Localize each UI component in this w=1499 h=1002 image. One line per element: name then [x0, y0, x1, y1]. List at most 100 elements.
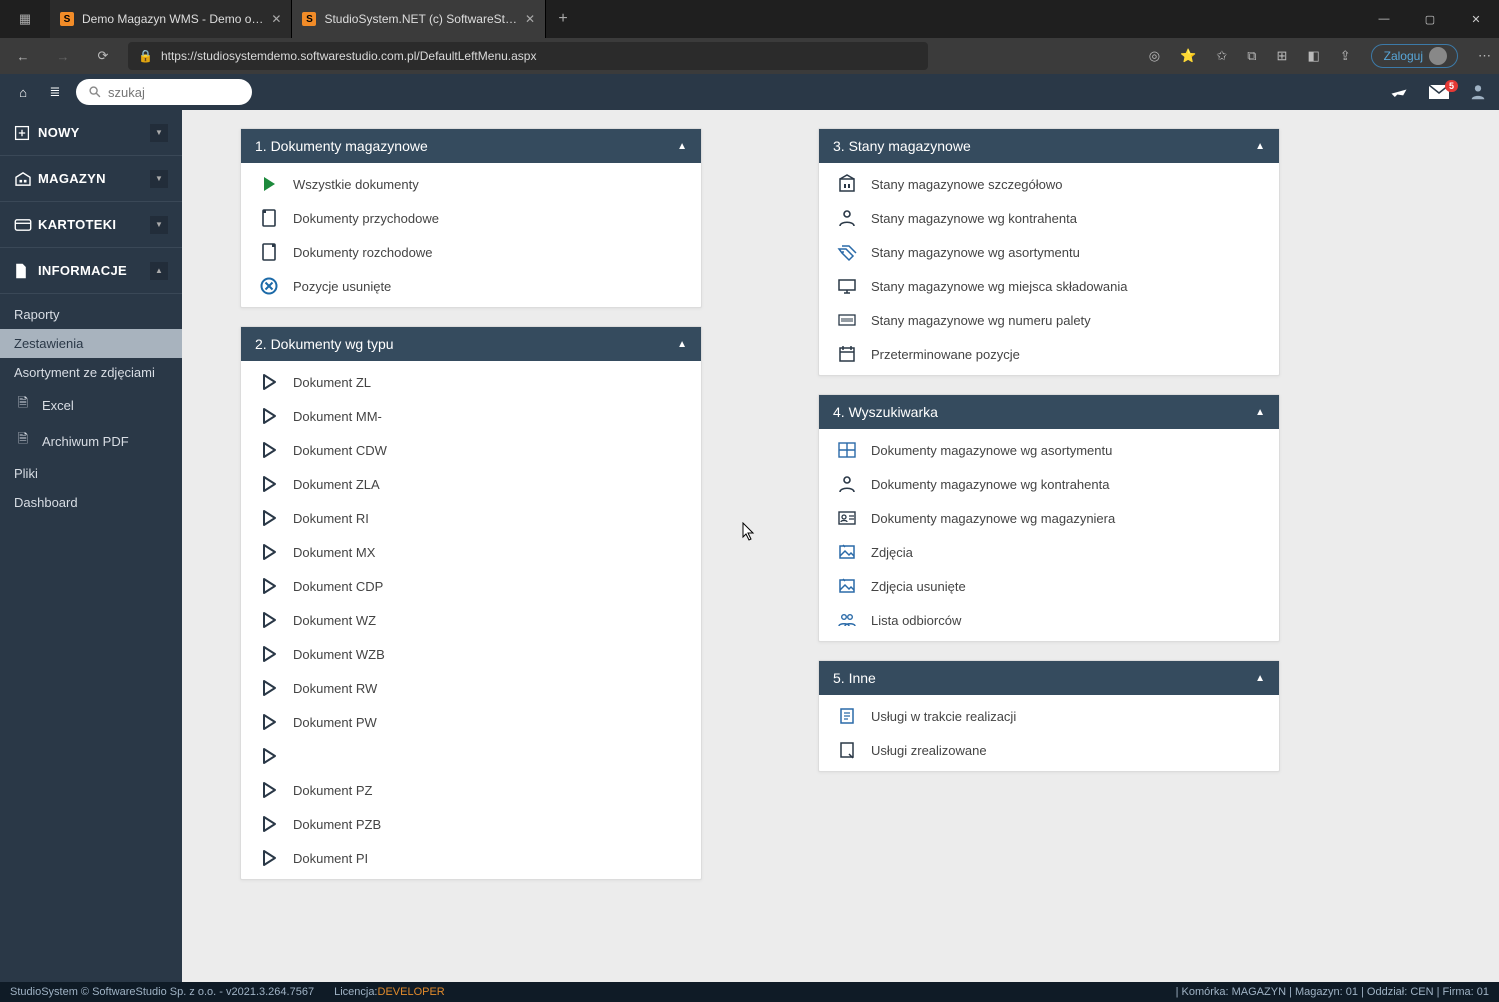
panel-item[interactable]: Dokument PW [241, 705, 701, 739]
sidebar-item-label: Excel [42, 398, 74, 413]
panel-item[interactable]: Zdjęcia [819, 535, 1279, 569]
panel-item[interactable]: Dokumenty magazynowe wg kontrahenta [819, 467, 1279, 501]
panel-item-label: Dokument CDW [293, 443, 387, 458]
user-icon[interactable] [1469, 83, 1487, 101]
panel-item[interactable]: Dokument PZ [241, 773, 701, 807]
panel-item[interactable]: Usługi zrealizowane [819, 733, 1279, 767]
sidebar-item-dashboard[interactable]: Dashboard [0, 488, 182, 517]
search-input[interactable] [108, 85, 284, 100]
panel-item[interactable]: Stany magazynowe wg numeru palety [819, 303, 1279, 337]
panel-item[interactable]: Stany magazynowe wg miejsca składowania [819, 269, 1279, 303]
collections-icon[interactable]: ⧉ [1247, 48, 1256, 64]
reading-icon[interactable]: ⭐ [1180, 48, 1196, 64]
sidebar-item-archiwum-pdf[interactable]: 🗎Archiwum PDF [0, 423, 182, 459]
collapse-icon[interactable]: ▲ [677, 141, 687, 152]
panel-item[interactable]: Usługi w trakcie realizacji [819, 699, 1279, 733]
refresh-button[interactable]: ⟳ [88, 42, 118, 70]
panel-item[interactable]: Dokument RI [241, 501, 701, 535]
new-tab-button[interactable]: + [546, 0, 580, 38]
panel-item[interactable]: Dokument PZB [241, 807, 701, 841]
tab-preview-icon[interactable]: ▦ [0, 0, 50, 38]
close-icon[interactable]: ✕ [525, 12, 535, 26]
global-search[interactable] [76, 79, 252, 105]
sidebar-item-excel[interactable]: 🗎Excel [0, 387, 182, 423]
panel-item[interactable]: Dokument CDP [241, 569, 701, 603]
more-icon[interactable]: ⋯ [1478, 48, 1491, 64]
panel-item[interactable]: Stany magazynowe wg asortymentu [819, 235, 1279, 269]
panel-item[interactable]: Dokument MX [241, 535, 701, 569]
panel-item[interactable]: Dokument ZL [241, 365, 701, 399]
mail-button[interactable]: 5 [1429, 85, 1449, 99]
panel-item[interactable]: Lista odbiorców [819, 603, 1279, 637]
sidebar-item-raporty[interactable]: Raporty [0, 300, 182, 329]
sidebar-item-zestawienia[interactable]: Zestawienia [0, 329, 182, 358]
window-minimize-button[interactable]: ― [1361, 0, 1407, 38]
nav-group-nowy[interactable]: NOWY▼ [0, 110, 182, 156]
nav-group-informacje[interactable]: INFORMACJE▲ [0, 248, 182, 294]
panel-item[interactable]: Dokumenty rozchodowe [241, 235, 701, 269]
takeoff-icon[interactable] [1389, 83, 1409, 101]
share-icon[interactable]: ⇪ [1340, 48, 1351, 64]
panel-header[interactable]: 4. Wyszukiwarka▲ [819, 395, 1279, 429]
panel-item-label: Zdjęcia [871, 545, 913, 560]
panel-item[interactable]: Zdjęcia usunięte [819, 569, 1279, 603]
extensions-icon[interactable]: ⊞ [1277, 48, 1288, 64]
card-icon [14, 219, 38, 231]
nav-group-magazyn[interactable]: MAGAZYN▼ [0, 156, 182, 202]
url-input[interactable]: 🔒 https://studiosystemdemo.softwarestudi… [128, 42, 928, 70]
browser-tab-active[interactable]: S StudioSystem.NET (c) SoftwareSt… ✕ [292, 0, 546, 38]
app-header: ⌂ ≣ 5 [0, 74, 1499, 110]
panel-item-label: Stany magazynowe wg kontrahenta [871, 211, 1077, 226]
panel: 1. Dokumenty magazynowe▲ Wszystkie dokume… [240, 128, 702, 308]
collapse-icon[interactable]: ▲ [1255, 407, 1265, 418]
collapse-icon[interactable]: ▲ [677, 339, 687, 350]
collapse-icon[interactable]: ▲ [1255, 141, 1265, 152]
panel-item[interactable]: Dokumenty magazynowe wg asortymentu [819, 433, 1279, 467]
panel-item[interactable]: Dokument WZ [241, 603, 701, 637]
favorites-icon[interactable]: ✩ [1216, 48, 1227, 64]
footer-license-label: Licencja: [334, 986, 377, 998]
panel-item-label: Stany magazynowe wg asortymentu [871, 245, 1080, 260]
collapse-icon[interactable]: ▲ [1255, 673, 1265, 684]
browser-tab[interactable]: S Demo Magazyn WMS - Demo o… ✕ [50, 0, 292, 38]
panel-item[interactable] [241, 739, 701, 773]
sidebar-item-asortyment-ze-zdjęciami[interactable]: Asortyment ze zdjęciami [0, 358, 182, 387]
tracking-icon[interactable]: ◎ [1149, 48, 1160, 64]
panel-item[interactable]: Stany magazynowe szczegółowo [819, 167, 1279, 201]
panel-item[interactable]: Dokument ZLA [241, 467, 701, 501]
panel-header[interactable]: 2. Dokumenty wg typu▲ [241, 327, 701, 361]
nav-group-kartoteki[interactable]: KARTOTEKI▼ [0, 202, 182, 248]
window-maximize-button[interactable]: ▢ [1407, 0, 1453, 38]
main-content: 1. Dokumenty magazynowe▲ Wszystkie dokume… [182, 110, 1499, 982]
panel-item[interactable]: Dokumenty przychodowe [241, 201, 701, 235]
forward-button: → [48, 42, 78, 70]
close-icon[interactable]: ✕ [271, 12, 281, 26]
panel-item[interactable]: Dokument CDW [241, 433, 701, 467]
home-icon[interactable]: ⌂ [12, 85, 34, 100]
panel-item[interactable]: Dokumenty magazynowe wg magazyniera [819, 501, 1279, 535]
panel-header[interactable]: 1. Dokumenty magazynowe▲ [241, 129, 701, 163]
pdf-icon: 🗎 [14, 430, 32, 452]
panel-item[interactable]: Wszystkie dokumenty [241, 167, 701, 201]
play-icon [259, 372, 279, 392]
menu-toggle-icon[interactable]: ≣ [44, 84, 66, 100]
panel-item[interactable]: Pozycje usunięte [241, 269, 701, 303]
panel-header[interactable]: 3. Stany magazynowe▲ [819, 129, 1279, 163]
panel-item[interactable]: Stany magazynowe wg kontrahenta [819, 201, 1279, 235]
panel-item[interactable]: Dokument MM- [241, 399, 701, 433]
panel-item[interactable]: Dokument WZB [241, 637, 701, 671]
nav-label: KARTOTEKI [38, 217, 150, 232]
footer-copyright: StudioSystem © SoftwareStudio Sp. z o.o.… [10, 986, 314, 998]
play-icon [259, 576, 279, 596]
panel-item[interactable]: Przeterminowane pozycje [819, 337, 1279, 371]
panel-item[interactable]: Dokument PI [241, 841, 701, 875]
profile-login-button[interactable]: Zaloguj [1371, 44, 1458, 68]
remove-circle-icon [259, 276, 279, 296]
back-button[interactable]: ← [8, 42, 38, 70]
window-close-button[interactable]: ✕ [1453, 0, 1499, 38]
panel-item[interactable]: Dokument RW [241, 671, 701, 705]
footer-license-link[interactable]: DEVELOPER [378, 986, 445, 998]
sidebar-item-pliki[interactable]: Pliki [0, 459, 182, 488]
performance-icon[interactable]: ◧ [1307, 48, 1319, 64]
panel-header[interactable]: 5. Inne▲ [819, 661, 1279, 695]
